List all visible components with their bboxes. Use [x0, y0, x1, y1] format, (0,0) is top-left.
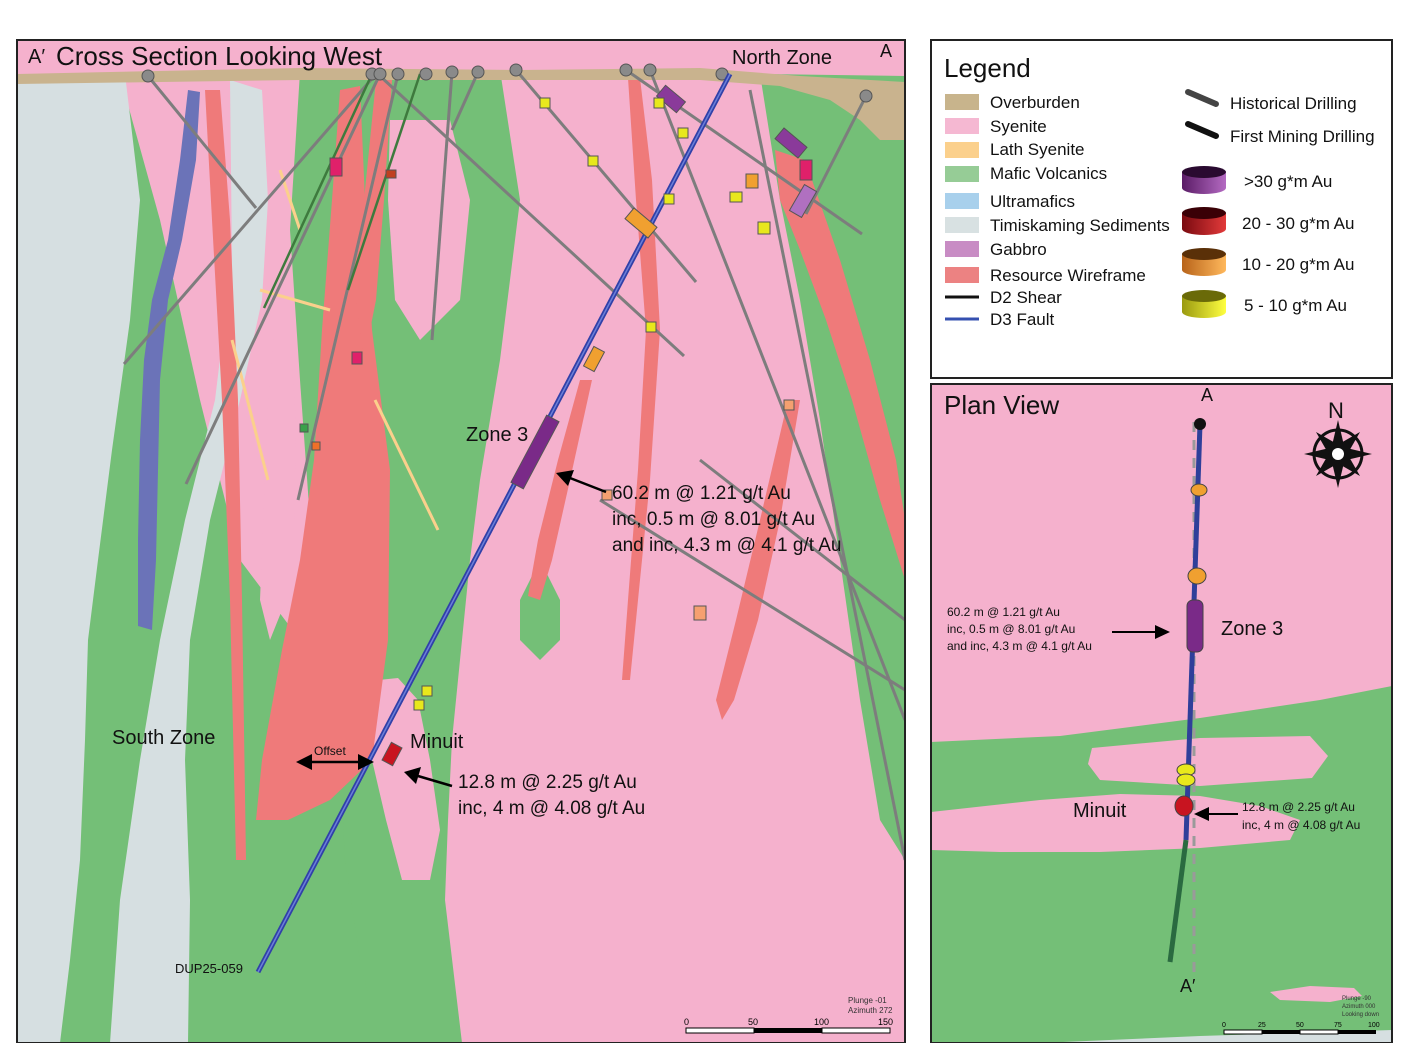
swatch-lath-syenite	[945, 142, 979, 158]
legend-first-mining-drilling: First Mining Drilling	[1230, 127, 1375, 146]
plan-zone3-line-3: and inc, 4.3 m @ 4.1 g/t Au	[947, 639, 1092, 653]
legend-overburden: Overburden	[990, 93, 1080, 112]
legend-grades: >30 g*m Au 20 - 30 g*m Au 10 - 20 g*m Au…	[1182, 166, 1354, 318]
legend-gabbro: Gabbro	[990, 240, 1047, 259]
plan-scale-tick-25: 25	[1258, 1022, 1266, 1029]
scale-tick-100: 100	[814, 1017, 829, 1027]
plan-label-a-prime: A′	[1180, 976, 1196, 996]
cross-section-view-info: Plunge -01 Azimuth 272	[848, 996, 893, 1015]
swatch-syenite	[945, 118, 979, 134]
plan-view-panel: Plan View A A′ N Zone 3 Minuit 60.2 m @ …	[930, 383, 1393, 1044]
north-zone-label: North Zone	[732, 47, 832, 69]
plan-minuit-line-2: inc, 4 m @ 4.08 g/t Au	[1242, 818, 1360, 832]
legend-grade-20-30: 20 - 30 g*m Au	[1242, 214, 1354, 233]
corner-label-a-prime: A′	[28, 46, 45, 68]
plan-zone3-label: Zone 3	[1221, 618, 1283, 640]
zone3-annotation-line-3: and inc, 4.3 m @ 4.1 g/t Au	[612, 535, 841, 556]
plan-scale-tick-100: 100	[1368, 1022, 1380, 1029]
legend-d2-shear: D2 Shear	[990, 288, 1062, 307]
swatch-grade-5-10	[1182, 290, 1226, 318]
offset-label: Offset	[314, 744, 346, 758]
plan-scale-tick-50: 50	[1296, 1022, 1304, 1029]
legend-title: Legend	[944, 53, 1031, 83]
legend-panel: Legend Overburden Syenite Lath Syenite M…	[930, 39, 1393, 379]
swatch-ultramafics	[945, 193, 979, 209]
swatch-gabbro	[945, 241, 979, 257]
plan-collar	[1194, 418, 1206, 430]
swatch-grade-10-20	[1182, 248, 1226, 276]
legend-lath-syenite: Lath Syenite	[990, 140, 1085, 159]
zone3-label: Zone 3	[466, 424, 528, 446]
plan-info-plunge: Plunge -90	[1342, 996, 1372, 1002]
plan-minuit-label: Minuit	[1073, 800, 1127, 822]
cross-section-panel: A′ Cross Section Looking West A North Zo…	[16, 39, 906, 1044]
corner-label-a: A	[880, 41, 892, 61]
legend-mafic-volcanics: Mafic Volcanics	[990, 164, 1107, 183]
north-label: N	[1328, 398, 1344, 423]
plan-zone3-line-2: inc, 0.5 m @ 8.01 g/t Au	[947, 622, 1075, 636]
south-zone-label: South Zone	[112, 727, 215, 749]
legend-drilling: Historical Drilling First Mining Drillin…	[1185, 89, 1375, 146]
swatch-resource-wireframe	[945, 267, 979, 283]
swatch-historical-drilling	[1185, 89, 1219, 107]
figure: A′ Cross Section Looking West A North Zo…	[16, 39, 1393, 1044]
swatch-timiskaming-sediments	[945, 217, 979, 233]
legend-timiskaming-sediments: Timiskaming Sediments	[990, 216, 1170, 235]
legend-grade-10-20: 10 - 20 g*m Au	[1242, 255, 1354, 274]
zone3-annotation-line-1: 60.2 m @ 1.21 g/t Au	[612, 483, 791, 504]
legend-grade-over-30: >30 g*m Au	[1244, 172, 1332, 191]
minuit-annotation-line-2: inc, 4 m @ 4.08 g/t Au	[458, 798, 645, 819]
plan-scale-tick-75: 75	[1334, 1022, 1342, 1029]
legend-d3-fault: D3 Fault	[990, 310, 1055, 329]
cross-section-title: Cross Section Looking West	[56, 41, 383, 71]
plan-zone3-line-1: 60.2 m @ 1.21 g/t Au	[947, 605, 1060, 619]
legend-grade-5-10: 5 - 10 g*m Au	[1244, 296, 1347, 315]
scale-tick-150: 150	[878, 1017, 893, 1027]
scale-tick-50: 50	[748, 1017, 758, 1027]
view-info-plunge: Plunge -01	[848, 996, 887, 1005]
swatch-mafic-volcanics	[945, 166, 979, 182]
legend-ultramafics: Ultramafics	[990, 192, 1075, 211]
swatch-grade-20-30	[1182, 207, 1226, 235]
legend-syenite: Syenite	[990, 117, 1047, 136]
plan-info-looking: Looking down	[1342, 1012, 1379, 1018]
plan-scale-tick-0: 0	[1222, 1022, 1226, 1029]
plan-view-geology	[931, 384, 1392, 1043]
plan-view-title: Plan View	[944, 390, 1059, 420]
scale-tick-0: 0	[684, 1017, 689, 1027]
zone3-annotation-line-2: inc, 0.5 m @ 8.01 g/t Au	[612, 509, 815, 530]
minuit-annotation-line-1: 12.8 m @ 2.25 g/t Au	[458, 772, 637, 793]
plan-minuit-line-1: 12.8 m @ 2.25 g/t Au	[1242, 800, 1355, 814]
swatch-grade-over-30	[1182, 166, 1226, 194]
hole-id-label: DUP25-059	[175, 961, 243, 976]
minuit-label: Minuit	[410, 731, 464, 753]
plan-info-azimuth: Azimuth 000	[1342, 1004, 1376, 1010]
swatch-overburden	[945, 94, 979, 110]
legend-historical-drilling: Historical Drilling	[1230, 94, 1357, 113]
swatch-first-mining-drilling	[1185, 121, 1219, 139]
plan-label-a: A	[1201, 385, 1213, 405]
legend-resource-wireframe: Resource Wireframe	[990, 266, 1146, 285]
legend-units: Overburden Syenite Lath Syenite Mafic Vo…	[945, 93, 1170, 329]
view-info-azimuth: Azimuth 272	[848, 1006, 893, 1015]
